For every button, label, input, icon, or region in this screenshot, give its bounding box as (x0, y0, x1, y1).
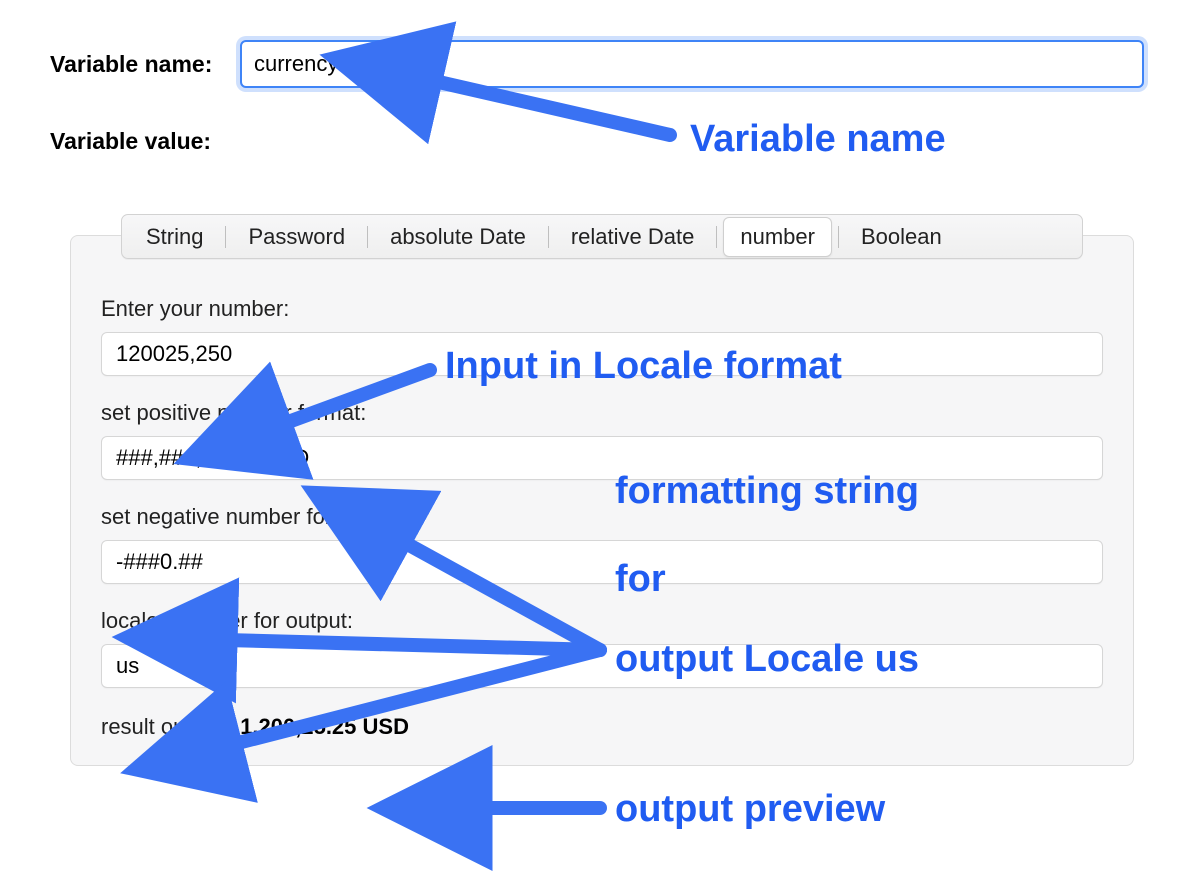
result-output-label: result output: (101, 714, 228, 740)
positive-format-label: set positive number format: (101, 400, 1103, 426)
negative-format-input[interactable] (101, 540, 1103, 584)
tab-separator (225, 226, 226, 248)
variable-name-label: Variable name: (50, 51, 240, 78)
variable-value-label: Variable value: (50, 128, 1144, 155)
negative-format-label: set negative number format: (101, 504, 1103, 530)
tab-bar: String Password absolute Date relative D… (121, 214, 1083, 259)
locale-identifier-input[interactable] (101, 644, 1103, 688)
tab-absolute-date[interactable]: absolute Date (374, 218, 542, 256)
result-output-value: 1,200,25.25 USD (240, 714, 409, 740)
locale-identifier-label: locale identifier for output: (101, 608, 1103, 634)
tab-string[interactable]: String (130, 218, 219, 256)
variable-name-input[interactable] (240, 40, 1144, 88)
tab-separator (367, 226, 368, 248)
tab-password[interactable]: Password (232, 218, 361, 256)
tab-relative-date[interactable]: relative Date (555, 218, 711, 256)
tab-separator (548, 226, 549, 248)
tab-separator (838, 226, 839, 248)
enter-number-label: Enter your number: (101, 296, 1103, 322)
positive-format-input[interactable] (101, 436, 1103, 480)
enter-number-input[interactable] (101, 332, 1103, 376)
value-panel: String Password absolute Date relative D… (70, 235, 1134, 766)
tab-separator (716, 226, 717, 248)
tab-boolean[interactable]: Boolean (845, 218, 958, 256)
annotation-output-preview: output preview (615, 788, 885, 832)
arrow-variable-name-icon (430, 80, 670, 135)
tab-number[interactable]: number (723, 217, 832, 257)
